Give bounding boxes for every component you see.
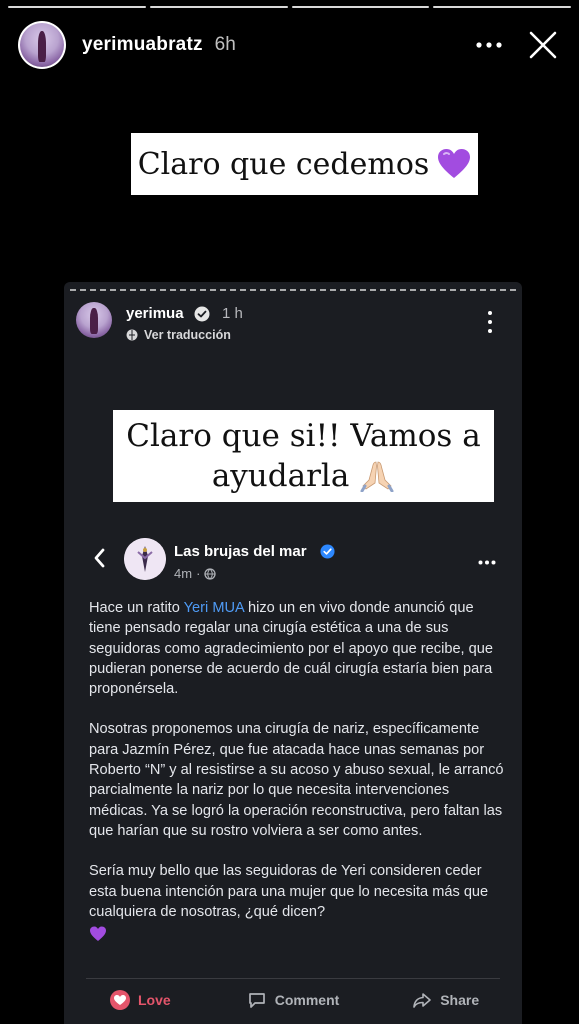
comment-button[interactable]: Comment: [217, 985, 370, 1015]
share-button[interactable]: Share: [369, 985, 522, 1015]
comment-label: Comment: [274, 992, 340, 1008]
card-top-border: [70, 289, 516, 291]
fb-p3-text: Sería muy bello que las seguidoras de Ye…: [89, 863, 489, 920]
fb-p1-text-a: Hace un ratito: [89, 600, 184, 616]
note-line-2: ayudarla: [211, 458, 350, 494]
translate-link[interactable]: Ver traducción: [126, 328, 231, 342]
share-label: Share: [440, 992, 480, 1008]
purple-heart-icon: [438, 149, 471, 178]
caption-text: Claro que cedemos: [137, 146, 430, 182]
progress-segment: [291, 6, 430, 8]
witch-logo-icon: [124, 538, 166, 580]
back-chevron-icon[interactable]: [92, 548, 108, 568]
post-note-box: Claro que si!! Vamos a ayudarla: [113, 410, 494, 502]
love-heart-icon: [109, 990, 130, 1010]
love-label: Love: [137, 992, 171, 1008]
story-header: yerimuabratz 6h: [18, 20, 563, 70]
fb-paragraph-1: Hace un ratito Yeri MUA hizo un en vivo …: [89, 598, 506, 699]
fb-verified-icon: [320, 544, 335, 559]
fb-action-bar: Love Comment Share: [64, 985, 522, 1015]
fb-page-avatar[interactable]: [124, 538, 166, 580]
post-header: yerimua 1 h Ver traducción: [76, 302, 510, 342]
post-more-vertical-icon[interactable]: [480, 308, 500, 336]
verified-badge-icon: [194, 306, 210, 322]
more-horizontal-icon[interactable]: [469, 25, 509, 65]
fb-post-meta: 4m ·: [174, 566, 217, 581]
post-time: 1 h: [222, 305, 243, 322]
purple-heart-small-icon: [90, 926, 106, 942]
story-avatar[interactable]: [18, 21, 66, 69]
fb-post-body: Hace un ratito Yeri MUA hizo un en vivo …: [89, 598, 506, 968]
post-avatar[interactable]: [76, 302, 112, 338]
fb-post-header: Las brujas del mar 4m ·: [64, 538, 522, 584]
progress-segment: [149, 6, 288, 8]
public-globe-icon: [204, 567, 217, 580]
progress-segment: [433, 6, 571, 8]
meta-dot: ·: [196, 566, 201, 581]
avatar-image: [20, 23, 64, 67]
mention-link[interactable]: Yeri MUA: [184, 600, 244, 616]
story-progress-bar: [8, 6, 571, 8]
fb-page-name[interactable]: Las brujas del mar: [174, 543, 307, 560]
post-username[interactable]: yerimua: [126, 305, 184, 322]
progress-segment: [8, 6, 146, 8]
comment-bubble-icon: [248, 993, 265, 1008]
close-icon[interactable]: [523, 25, 563, 65]
fb-action-divider: [86, 978, 500, 979]
story-time: 6h: [214, 34, 236, 55]
note-line-1: Claro que si!! Vamos a: [126, 418, 481, 454]
translate-label: Ver traducción: [144, 328, 231, 342]
love-button[interactable]: Love: [64, 985, 217, 1015]
shared-post-card: yerimua 1 h Ver traducción Claro que si!…: [64, 282, 522, 1024]
fb-paragraph-2: Nosotras proponemos una cirugía de nariz…: [89, 721, 504, 839]
story-caption: Claro que cedemos: [131, 133, 478, 195]
share-arrow-icon: [413, 993, 432, 1008]
translate-globe-icon: [126, 329, 138, 341]
fb-paragraph-3: Sería muy bello que las seguidoras de Ye…: [89, 861, 506, 948]
story-username[interactable]: yerimuabratz: [82, 34, 203, 56]
fb-more-horizontal-icon[interactable]: [478, 554, 496, 565]
praying-hands-icon: [360, 461, 394, 492]
note-line-2-wrap: ayudarla: [113, 456, 494, 496]
fb-post-time: 4m: [174, 566, 193, 581]
